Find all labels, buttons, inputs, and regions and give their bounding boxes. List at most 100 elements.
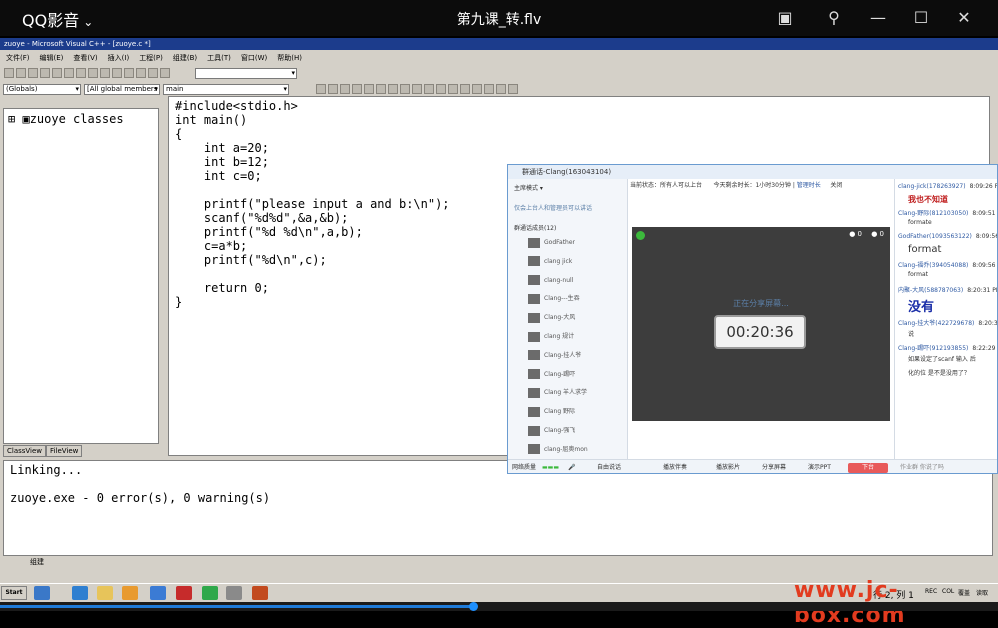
pin-icon[interactable]: ⚲ [822,6,846,30]
vc-menu-item[interactable]: 帮助(H) [277,54,302,62]
tool-icon[interactable] [252,586,268,600]
vc-menu-item[interactable]: 工具(T) [207,54,231,62]
code-line: { [175,127,183,141]
screenshot-icon[interactable]: ▣ [773,6,797,30]
start-button[interactable]: Start [1,586,27,600]
qq-member-item[interactable]: Clang 野际 [528,406,628,418]
free-talk-button[interactable]: 自由说话 [597,460,621,473]
media-icon[interactable] [122,586,138,600]
leave-stage-button[interactable]: 下台 [848,463,888,473]
vc-toolbar-standard[interactable] [4,68,170,80]
qq-member-item[interactable]: clang 规计 [528,331,628,343]
seek-handle[interactable] [469,602,479,611]
chat-sender[interactable]: Clang-挂大爷(422729678) [898,320,974,327]
class-tree-root[interactable]: ⊞ ▣zuoye classes [8,112,124,126]
members-combo[interactable]: [All global members [84,84,160,95]
code-line: printf("please input a and b:\n"); [175,197,450,211]
video-frame[interactable]: zuoye - Microsoft Visual C++ - [zuoye.c … [0,38,998,602]
chat-sender[interactable]: 内聚-大风(588787063) [898,287,963,294]
vc-menu-item[interactable]: 文件(F) [6,54,30,62]
chat-sender[interactable]: clang-jick(178263927) [898,183,966,190]
qq-member-name: Clang-踢吓 [544,370,576,378]
vc-menu-item[interactable]: 窗口(W) [241,54,267,62]
folder-icon[interactable] [97,586,113,600]
vc-menu-item[interactable]: 工程(P) [139,54,163,62]
qq-share-stage[interactable]: ● 0 ● 0 正在分享屏幕... 00:20:36 [632,227,890,421]
chat-message: format [898,244,941,255]
code-line: int a=20; [175,141,269,155]
qq-member-item[interactable]: GodFather [528,237,628,249]
viewer-count-badge: ● 0 [871,230,884,238]
chat-sender[interactable]: Clang-踢吓(912193855) [898,345,968,352]
maximize-button[interactable]: ☐ [909,6,933,30]
workspace-panel[interactable]: ⊞ ▣zuoye classes [3,108,159,444]
qq-member-item[interactable]: Clang-踢吓 [528,369,628,381]
chat-message: 内聚-大风(588787063) 8:20:31 PM [898,285,997,294]
close-button[interactable]: ✕ [952,6,976,30]
qq-close-info[interactable]: 关闭 [830,182,842,189]
vc-toolbar-build[interactable] [316,84,518,96]
minimize-button[interactable]: — [866,6,890,30]
qq-member-item[interactable]: clang jick [528,256,628,268]
qq-manage-duration-link[interactable]: 管理时长 [797,182,821,189]
qq-group-call-window[interactable]: 群通话-Clang(163043104) 主席模式 ▾ 仅会上台人和管理员可以讲… [507,164,998,474]
chat-sender[interactable]: Clang-福乔(394054088) [898,262,968,269]
tab-classview[interactable]: ClassView [3,445,47,457]
qq-mode-select[interactable]: 主席模式 ▾ [514,183,543,192]
function-combo[interactable]: main [163,84,289,95]
avatar [528,387,540,398]
chat-sender[interactable]: Clang-野际(812103050) [898,210,968,217]
share-screen-button[interactable]: 分享屏幕 [762,460,786,473]
share-status-text: 正在分享屏幕... [733,299,789,308]
vc-menu-item[interactable]: 组建(B) [173,54,197,62]
qq-member-item[interactable]: clang-null [528,275,628,287]
qq-manage-tip: 仅会上台人和管理员可以讲话 [514,205,593,212]
app-icon[interactable] [176,586,192,600]
code-line: int c=0; [175,169,262,183]
present-ppt-button[interactable]: 演示PPT [808,460,831,473]
qq-member-name: clang-null [544,276,574,284]
qq-icon[interactable] [150,586,166,600]
desktop-icon[interactable] [34,586,50,600]
play-movie-button[interactable]: 播放影片 [716,460,740,473]
qq-member-panel: 主席模式 ▾ 仅会上台人和管理员可以讲话 群通话成员(12) GodFather… [508,179,628,459]
qq-member-item[interactable]: Clang-强飞 [528,425,628,437]
qq-member-item[interactable]: Clang-大风 [528,312,628,324]
chat-sender[interactable]: GodFather(1093563122) [898,233,972,240]
code-line: #include<stdio.h> [175,99,298,113]
browser-icon[interactable] [202,586,218,600]
qq-member-item[interactable]: Clang-挂人爷 [528,350,628,362]
qq-member-name: GodFather [544,239,576,246]
tab-fileview[interactable]: FileView [46,445,83,457]
qq-member-name: clang jick [544,257,573,265]
chat-message: 我也不知道 [898,194,948,205]
qq-member-item[interactable]: Clang---生吞 [528,293,628,305]
globals-combo[interactable]: (Globals) [3,84,81,95]
network-quality: 网络质量 [512,464,537,471]
chat-input[interactable]: 作业群 你说了吗 [900,460,944,473]
qq-member-item[interactable]: Clang 羊人求学 [528,387,628,399]
qq-member-name: clang-屈奥mon [544,445,588,453]
code-line: } [175,295,183,309]
chat-time: 8:22:29 [972,345,996,352]
qq-member-name: clang 规计 [544,333,575,340]
output-panel[interactable]: Linking... zuoye.exe - 0 error(s), 0 war… [3,460,993,556]
vc-icon[interactable] [226,586,242,600]
code-line: printf("%d %d\n",a,b); [175,225,363,239]
ie-icon[interactable] [72,586,88,600]
vc-menu-item[interactable]: 查看(V) [73,54,97,62]
chat-time: 8:20:3 [978,320,998,327]
mic-icon[interactable]: 🎤 [568,460,575,473]
qq-member-item[interactable]: clang-屈奥mon [528,444,628,456]
chat-time: 8:09:51 PM [972,210,997,217]
vc-menu-item[interactable]: 编辑(E) [40,54,64,62]
vc-menu-item[interactable]: 插入(I) [108,54,130,62]
output-tab-build[interactable]: 组建 [30,557,44,567]
mic-count-badge: ● 0 [849,230,862,238]
chat-text: 说 [908,331,915,338]
seek-bar[interactable] [0,602,998,611]
play-music-button[interactable]: 播放伴奏 [663,460,687,473]
code-line: return 0; [175,281,269,295]
find-combo[interactable] [195,68,297,79]
